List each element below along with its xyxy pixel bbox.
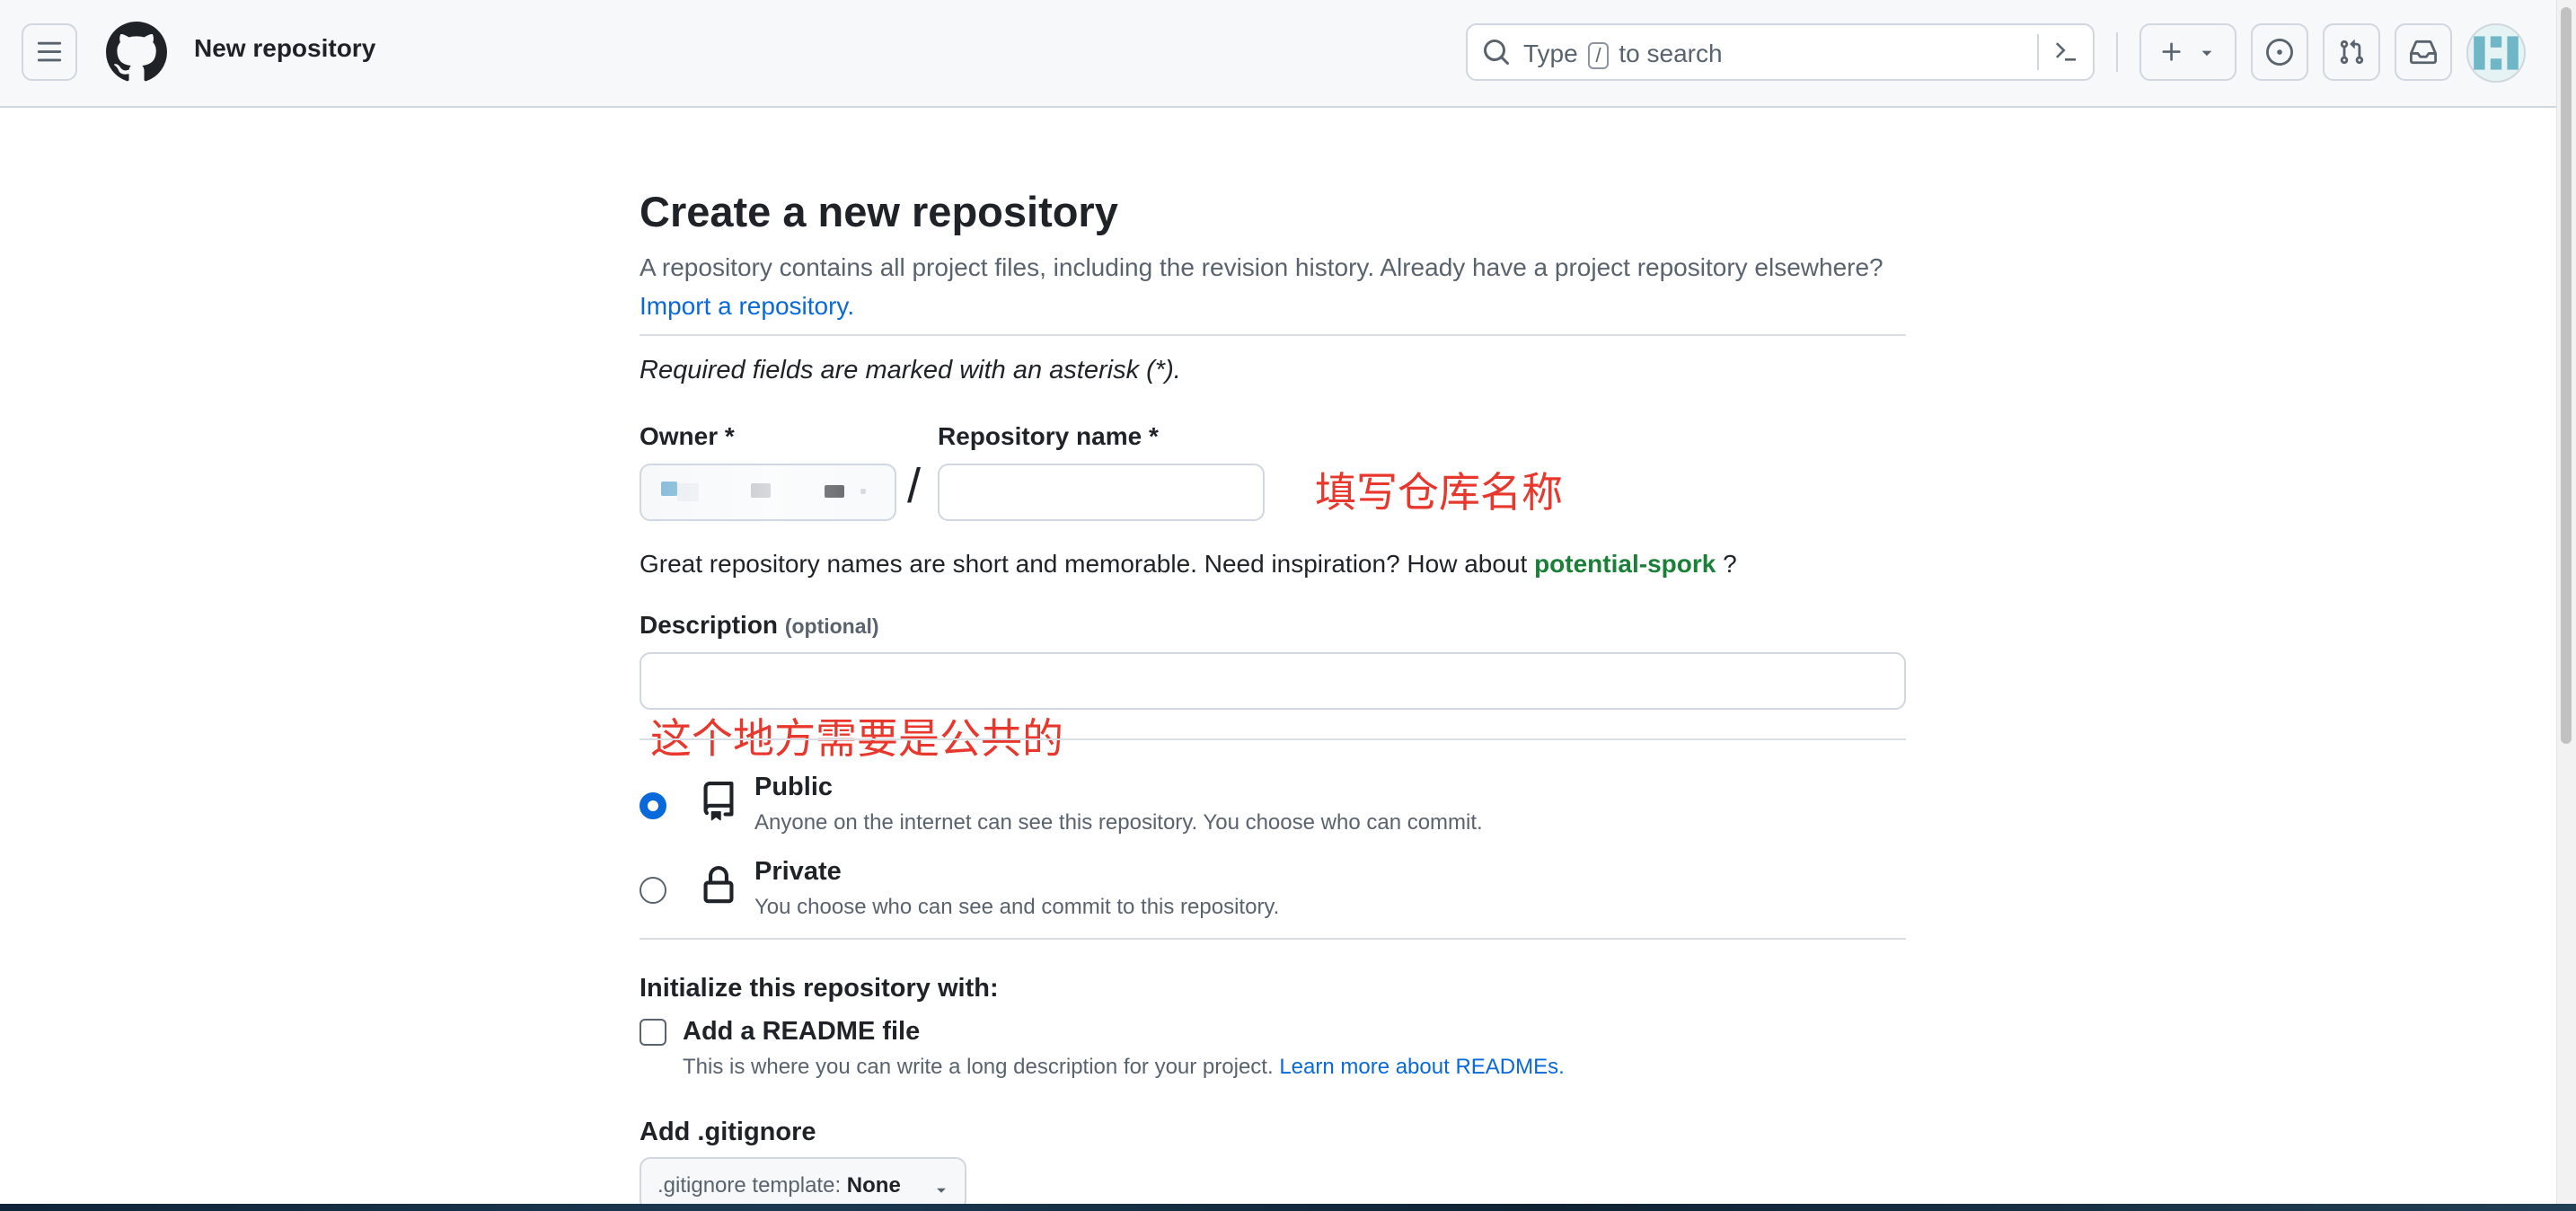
lock-icon bbox=[703, 866, 734, 904]
search-suffix: to search bbox=[1619, 40, 1723, 67]
header-divider bbox=[2116, 32, 2118, 72]
pull-requests-button[interactable] bbox=[2323, 23, 2380, 81]
caret-down-icon bbox=[937, 1188, 946, 1193]
divider bbox=[640, 738, 1906, 740]
hint-text: Great repository names are short and mem… bbox=[640, 550, 1528, 578]
desktop-background-strip bbox=[0, 1204, 2576, 1211]
search-prefix: Type bbox=[1523, 40, 1578, 67]
form-intro: A repository contains all project files,… bbox=[640, 248, 1906, 325]
initialize-label: Initialize this repository with: bbox=[640, 974, 999, 1003]
repo-icon bbox=[703, 782, 734, 821]
description-input[interactable] bbox=[640, 652, 1906, 710]
issue-opened-icon bbox=[2266, 39, 2293, 66]
inbox-icon bbox=[2410, 40, 2437, 65]
search-placeholder: Type / to search bbox=[1523, 40, 1723, 69]
annotation-repo-name: 填写仓库名称 bbox=[1315, 468, 1563, 517]
add-readme-title: Add a README file bbox=[683, 1017, 921, 1046]
description-label-text: Description bbox=[640, 611, 779, 639]
hamburger-icon bbox=[37, 41, 62, 62]
issues-button[interactable] bbox=[2251, 23, 2308, 81]
gitignore-template-select[interactable]: .gitignore template: None bbox=[640, 1157, 966, 1211]
import-repository-link[interactable]: Import a repository. bbox=[640, 292, 854, 320]
search-divider bbox=[2037, 34, 2039, 70]
private-option-title: Private bbox=[754, 857, 842, 886]
private-option-description: You choose who can see and commit to thi… bbox=[754, 895, 1280, 919]
add-readme-description: This is where you can write a long descr… bbox=[683, 1055, 1565, 1080]
add-readme-checkbox[interactable] bbox=[640, 1019, 666, 1046]
hint-end: ? bbox=[1723, 550, 1737, 578]
search-input[interactable]: Type / to search bbox=[1466, 23, 2095, 81]
owner-label: Owner * bbox=[640, 422, 735, 450]
add-gitignore-label: Add .gitignore bbox=[640, 1118, 816, 1146]
private-radio[interactable] bbox=[640, 877, 666, 904]
command-palette-icon[interactable] bbox=[2051, 38, 2080, 66]
public-radio[interactable] bbox=[640, 792, 666, 819]
annotation-public: 这个地方需要是公共的 bbox=[650, 714, 1063, 763]
menu-button[interactable] bbox=[22, 23, 77, 81]
owner-select[interactable] bbox=[640, 464, 896, 521]
public-option-title: Public bbox=[754, 773, 834, 801]
create-new-button[interactable] bbox=[2139, 23, 2236, 81]
learn-more-readmes-link[interactable]: Learn more about READMEs. bbox=[1279, 1055, 1564, 1079]
form-heading: Create a new repository bbox=[640, 188, 1118, 235]
repo-name-label: Repository name * bbox=[938, 422, 1159, 450]
intro-text: A repository contains all project files,… bbox=[640, 253, 1883, 281]
owner-redaction bbox=[641, 465, 895, 519]
suggested-name-link[interactable]: potential-spork bbox=[1534, 550, 1716, 578]
description-label: Description (optional) bbox=[640, 611, 879, 640]
page: New repository Type / to search Create a… bbox=[0, 0, 2576, 1211]
plus-icon bbox=[2162, 42, 2181, 61]
owner-repo-separator: / bbox=[907, 459, 922, 513]
github-logo-icon[interactable] bbox=[106, 22, 167, 83]
required-fields-note: Required fields are marked with an aster… bbox=[640, 356, 1181, 385]
gitignore-prefix: .gitignore template: bbox=[657, 1173, 842, 1198]
top-header: New repository Type / to search bbox=[0, 0, 2556, 108]
public-option-description: Anyone on the internet can see this repo… bbox=[754, 810, 1483, 835]
search-shortcut-key: / bbox=[1588, 42, 1609, 69]
repo-name-input[interactable] bbox=[938, 464, 1265, 521]
page-title: New repository bbox=[194, 34, 376, 62]
gitignore-value: None bbox=[846, 1173, 901, 1198]
page-scrollbar[interactable] bbox=[2556, 0, 2576, 1204]
avatar-identicon-icon bbox=[2468, 25, 2524, 81]
readme-desc-text: This is where you can write a long descr… bbox=[683, 1055, 1274, 1079]
gitignore-select-text: .gitignore template: None bbox=[657, 1173, 901, 1198]
search-icon bbox=[1484, 40, 1510, 66]
git-pull-request-icon bbox=[2340, 40, 2364, 65]
user-avatar[interactable] bbox=[2466, 23, 2526, 83]
repo-name-hint: Great repository names are short and mem… bbox=[640, 550, 1737, 579]
divider bbox=[640, 938, 1906, 940]
optional-tag: (optional) bbox=[784, 614, 879, 638]
scrollbar-thumb[interactable] bbox=[2561, 7, 2572, 744]
inbox-button[interactable] bbox=[2395, 23, 2452, 81]
caret-down-icon bbox=[2201, 50, 2212, 56]
divider bbox=[640, 334, 1906, 336]
